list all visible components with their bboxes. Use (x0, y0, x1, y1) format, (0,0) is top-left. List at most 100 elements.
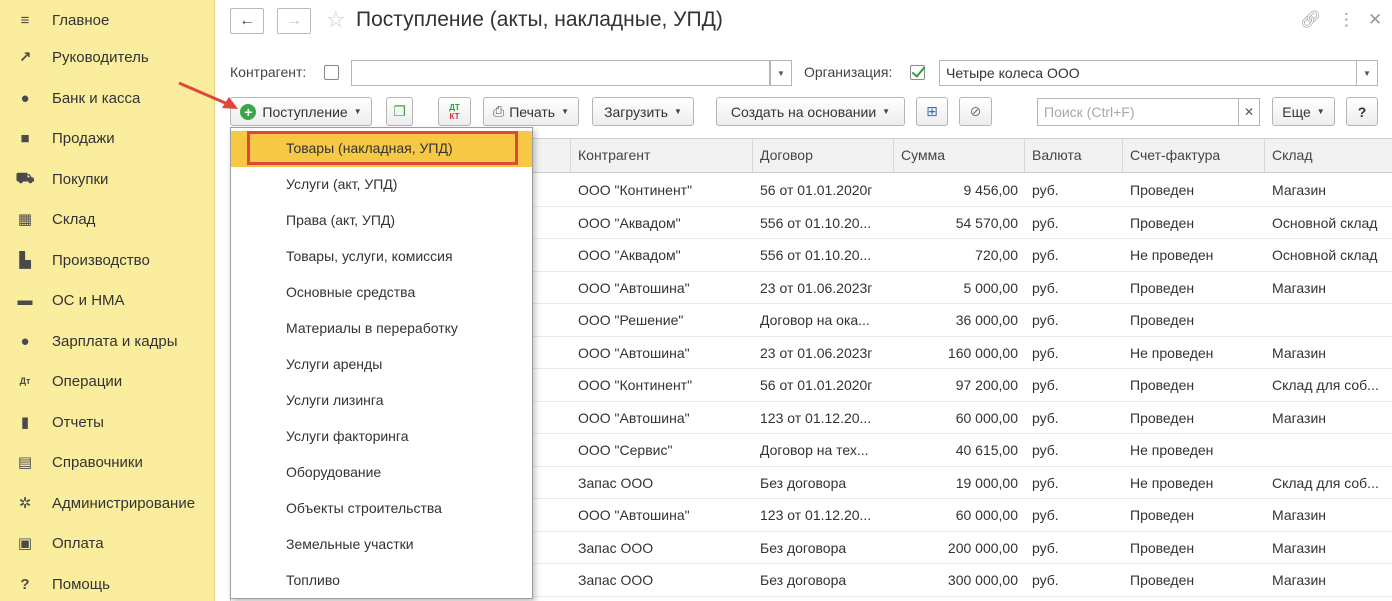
cell-warehouse: Основной склад (1272, 214, 1378, 231)
cell-currency: руб. (1032, 182, 1059, 198)
menu-item-construction[interactable]: Объекты строительства (231, 491, 532, 527)
column-header-invoice[interactable]: Счет-фактура (1123, 139, 1265, 173)
cell-invoice: Не проведен (1130, 247, 1214, 263)
cell-amount: 9 456,00 (963, 182, 1019, 198)
cell-currency: руб. (1032, 312, 1059, 328)
counterparty-dropdown-button[interactable]: ▼ (770, 60, 792, 86)
menu-item-fuel[interactable]: Топливо (231, 563, 532, 599)
search-clear-button[interactable]: ✕ (1238, 98, 1260, 126)
favorite-star-icon[interactable]: ☆ (326, 7, 346, 33)
column-header-currency[interactable]: Валюта (1025, 139, 1123, 173)
sidebar-item-label: Операции (52, 372, 123, 390)
link-icon[interactable]: 🔗︎ (1300, 10, 1322, 30)
menu-item-rent-services[interactable]: Услуги аренды (231, 347, 532, 383)
menu-item-rights[interactable]: Права (акт, УПД) (231, 203, 532, 239)
more-vertical-icon[interactable]: ⋮ (1338, 10, 1355, 30)
cell-counterparty: Запас ООО (578, 539, 654, 556)
cell-invoice: Проведен (1130, 409, 1195, 426)
load-button[interactable]: Загрузить ▼ (592, 97, 694, 126)
sidebar-item-label: Производство (52, 251, 150, 269)
counterparty-label: Контрагент: (230, 64, 307, 80)
cell-amount: 5 000,00 (963, 279, 1019, 296)
factory-icon: ▙ (19, 252, 31, 269)
dt-kt-button[interactable]: ДТ КТ (438, 97, 471, 126)
counterparty-checkbox[interactable] (324, 65, 339, 80)
organization-field[interactable]: Четыре колеса ООО (939, 60, 1357, 86)
sidebar-item-salary[interactable]: ● Зарплата и кадры (0, 321, 215, 361)
highlight-frame (247, 131, 518, 165)
menu-item-leasing-services[interactable]: Услуги лизинга (231, 383, 532, 419)
sidebar-item-payment[interactable]: ▣ Оплата (0, 523, 215, 563)
more-button[interactable]: Еще ▼ (1272, 97, 1335, 126)
search-input[interactable]: Поиск (Ctrl+F) (1037, 98, 1247, 126)
print-button[interactable]: ⎙ Печать ▼ (483, 97, 579, 126)
sidebar-item-purchases[interactable]: ⛟ Покупки (0, 159, 215, 199)
back-button[interactable]: ← (230, 8, 264, 34)
column-header-counterparty[interactable]: Контрагент (571, 139, 753, 173)
cell-counterparty: ООО "Автошина" (578, 409, 690, 426)
bag-icon: ■ (20, 129, 30, 147)
cell-warehouse: Основной склад (1272, 247, 1378, 263)
arrow-right-icon: → (286, 12, 302, 29)
cell-contract: 123 от 01.12.20... (760, 409, 872, 426)
cell-currency: руб. (1032, 539, 1059, 556)
sidebar-item-operations[interactable]: Дт Операции (0, 361, 215, 401)
arrow-left-icon: ← (239, 12, 255, 29)
receipt-type-menu: Товары (накладная, УПД) Услуги (акт, УПД… (230, 127, 533, 599)
cell-amount: 720,00 (975, 247, 1018, 263)
copy-button[interactable]: ❐ (386, 97, 413, 126)
caret-down-icon: ▼ (1363, 68, 1371, 78)
cell-warehouse: Склад для соб... (1272, 474, 1379, 491)
organization-checkbox[interactable] (910, 65, 925, 80)
sidebar-item-main[interactable]: ≡ Главное (0, 0, 215, 40)
column-header-amount[interactable]: Сумма (894, 139, 1025, 173)
structure-button[interactable]: ⊞ (916, 97, 948, 126)
sidebar-item-reports[interactable]: ▮ Отчеты (0, 402, 215, 442)
menu-item-materials-processing[interactable]: Материалы в переработку (231, 311, 532, 347)
page-title: Поступление (акты, накладные, УПД) (356, 8, 723, 31)
coin-icon: ● (20, 89, 30, 107)
cell-amount: 300 000,00 (947, 572, 1018, 588)
cell-counterparty: ООО "Автошина" (578, 344, 690, 361)
sidebar-item-help[interactable]: ? Помощь (0, 564, 215, 601)
cell-counterparty: ООО "Решение" (578, 312, 684, 328)
column-header-contract[interactable]: Договор (753, 139, 894, 173)
receipt-create-button[interactable]: + Поступление ▼ (230, 97, 372, 126)
menu-item-commission[interactable]: Товары, услуги, комиссия (231, 239, 532, 275)
sidebar-item-fixed-assets[interactable]: ▬ ОС и НМА (0, 280, 215, 320)
organization-dropdown-button[interactable]: ▼ (1356, 60, 1378, 86)
cell-counterparty: ООО "Автошина" (578, 279, 690, 296)
sidebar-item-admin[interactable]: ✲ Администрирование (0, 483, 215, 523)
cell-contract: 56 от 01.01.2020г (760, 377, 873, 393)
cell-counterparty: Запас ООО (578, 474, 654, 491)
menu-item-factoring-services[interactable]: Услуги факторинга (231, 419, 532, 455)
create-based-button[interactable]: Создать на основании ▼ (716, 97, 905, 126)
counterparty-field[interactable] (351, 60, 770, 86)
sidebar-item-sales[interactable]: ■ Продажи (0, 118, 215, 158)
cell-currency: руб. (1032, 344, 1059, 361)
dt-kt-icon-bottom: КТ (449, 111, 460, 121)
person-icon: ● (20, 332, 30, 350)
load-label: Загрузить (604, 103, 668, 120)
menu-item-land[interactable]: Земельные участки (231, 527, 532, 563)
menu-item-fixed-assets[interactable]: Основные средства (231, 275, 532, 311)
menu-item-services[interactable]: Услуги (акт, УПД) (231, 167, 532, 203)
sidebar-item-warehouse[interactable]: ▦ Склад (0, 199, 215, 239)
trend-icon: ↗ (18, 49, 32, 66)
sidebar-item-production[interactable]: ▙ Производство (0, 240, 215, 280)
column-header-warehouse[interactable]: Склад (1265, 139, 1392, 173)
sidebar-item-catalogs[interactable]: ▤ Справочники (0, 442, 215, 482)
forward-button[interactable]: → (277, 8, 311, 34)
organization-label: Организация: (804, 64, 893, 80)
close-icon[interactable]: ✕ (1368, 10, 1382, 30)
menu-item-equipment[interactable]: Оборудование (231, 455, 532, 491)
cell-amount: 19 000,00 (955, 474, 1018, 491)
cart-icon: ⛟ (15, 169, 35, 187)
attach-button[interactable]: ⊘ (959, 97, 992, 126)
sidebar-item-manager[interactable]: ↗ Руководитель (0, 37, 215, 77)
document-copy-icon: ❐ (393, 103, 406, 119)
help-button[interactable]: ? (1346, 97, 1378, 126)
cell-warehouse (1265, 304, 1392, 336)
cell-contract: 23 от 01.06.2023г (760, 344, 873, 361)
cell-warehouse: Магазин (1272, 409, 1327, 426)
